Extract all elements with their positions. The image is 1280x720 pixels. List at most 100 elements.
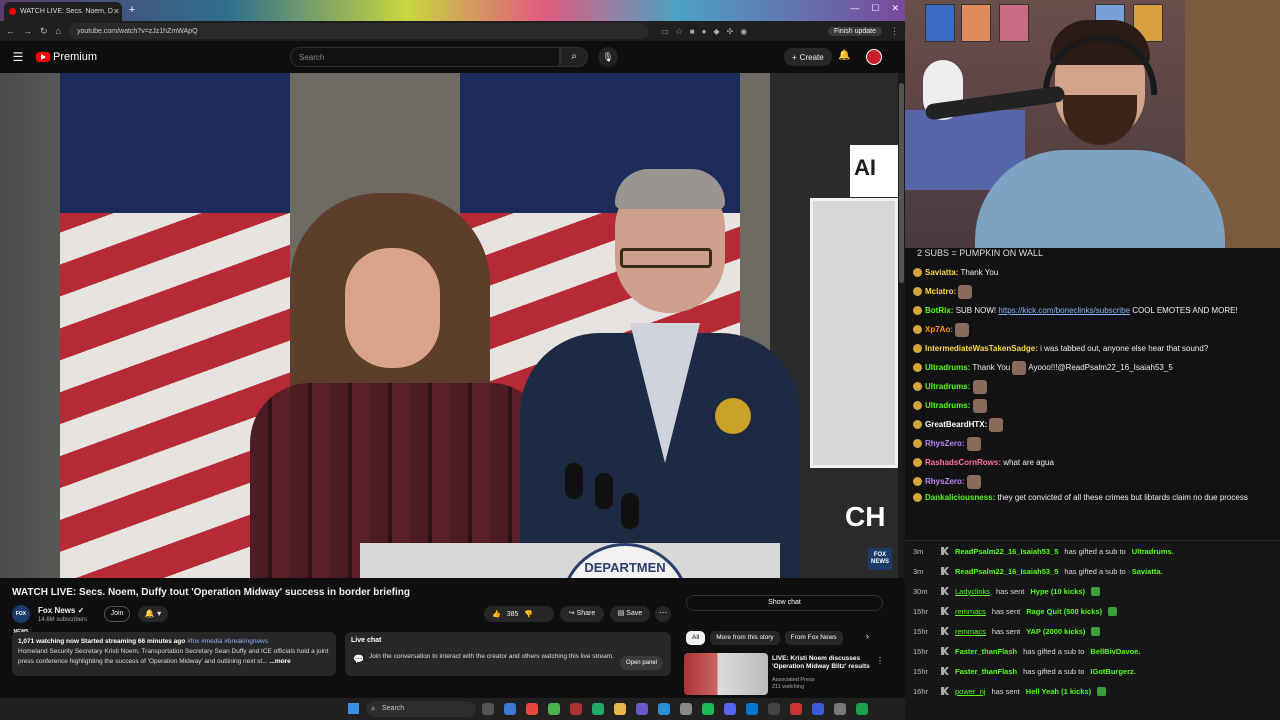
event-user[interactable]: Ladyclinks [955,587,990,596]
chevron-right-icon[interactable]: › [866,631,869,641]
cast-icon[interactable]: ▭ [661,27,669,36]
spotify-icon[interactable] [702,703,714,715]
new-tab-icon[interactable]: + [126,4,138,16]
join-button[interactable]: Join [104,606,130,622]
hamburger-menu-icon[interactable]: ☰ [0,50,36,64]
show-chat-button[interactable]: Show chat [686,595,883,611]
recommended-more-icon[interactable]: ⋮ [876,656,884,665]
kebab-menu-icon[interactable]: ⋮ [890,26,899,37]
event-user[interactable]: remmacs [955,627,986,636]
chrome-icon[interactable] [526,703,538,715]
finish-update-button[interactable]: Finish update [827,26,882,36]
thumbs-down-icon[interactable]: 👎 [524,610,533,618]
open-panel-button[interactable]: Open panel [619,656,663,670]
discord-icon[interactable] [724,703,736,715]
event-time: 3m [913,546,924,556]
chat-username[interactable]: BotRix: [925,306,953,315]
subscription-bell-button[interactable]: 🔔 ▾ [138,606,168,622]
recommended-thumbnail[interactable] [684,653,768,695]
chat-username[interactable]: Ultradrums: [925,401,970,410]
search-button[interactable]: ⌕ [560,47,588,67]
chat-username[interactable]: IntermediateWasTakenSadge: [925,344,1038,353]
minimize-icon[interactable]: — [850,3,859,14]
app-icon[interactable] [636,703,648,715]
chat-text: they get convicted of all these crimes b… [997,493,1248,502]
more-actions-icon[interactable]: ⋯ [655,606,671,622]
extension-icon[interactable]: ◆ [713,27,719,36]
chat-link[interactable]: https://kick.com/boneclinks/subscribe [998,306,1130,315]
task-view-icon[interactable] [482,703,494,715]
chip-from-fox-news[interactable]: From Fox News [784,631,843,645]
emote-icon [955,322,970,337]
event-user[interactable]: Faster_thanFlash [955,667,1017,676]
live-chat-text: Join the conversation to interact with t… [369,653,614,660]
search-input[interactable]: Search [290,47,560,67]
extension-icon[interactable]: ■ [690,27,695,36]
youtube-logo[interactable]: Premium [36,51,97,63]
chat-message: Dankaliciousness: they get convicted of … [911,491,1274,519]
create-button[interactable]: + Create [784,48,832,66]
event-user[interactable]: remmacs [955,607,986,616]
profile-icon[interactable]: ◉ [740,27,747,36]
event-user[interactable]: ReadPsalm22_16_Isaiah53_5 [955,567,1058,576]
extension-icon[interactable]: ● [702,27,707,36]
filter-chips: All More from this story From Fox News [686,631,843,645]
file-explorer-icon[interactable] [614,703,626,715]
notifications-bell-icon[interactable]: 🔔 [838,50,850,61]
account-avatar[interactable] [866,49,882,65]
chat-username[interactable]: RashadsCornRows: [925,458,1001,467]
edge-icon[interactable] [504,703,516,715]
chat-username[interactable]: Dankaliciousness: [925,493,995,502]
app-icon[interactable] [680,703,692,715]
back-icon[interactable]: ← [6,26,15,36]
maximize-icon[interactable]: ☐ [871,3,879,14]
description-box[interactable]: 1,071 watching now Started streaming 66 … [12,632,336,676]
bookmark-star-icon[interactable]: ☆ [676,27,683,36]
event-user[interactable]: ReadPsalm22_16_Isaiah53_5 [955,547,1058,556]
save-button[interactable]: ▤ Save [610,606,650,622]
app-icon[interactable] [592,703,604,715]
chat-username[interactable]: GreatBeardHTX: [925,420,987,429]
voice-search-button[interactable]: 🎙 [598,47,618,67]
app-icon[interactable] [570,703,582,715]
event-user[interactable]: power_nj [955,687,985,696]
taskbar-search[interactable]: Search [366,701,476,717]
app-icon[interactable] [834,703,846,715]
channel-avatar[interactable]: FOX NEWS [12,605,30,635]
share-button[interactable]: ↪ Share [560,606,604,622]
like-dislike-bar[interactable]: 👍 385 👎 [484,606,554,622]
channel-name[interactable]: Fox News ✓ [38,606,84,615]
chat-username[interactable]: Mclatro: [925,287,956,296]
chat-username[interactable]: RhysZero: [925,439,965,448]
app-icon[interactable] [856,703,868,715]
app-icon[interactable] [746,703,758,715]
puzzle-icon[interactable]: ✣ [727,27,734,36]
app-icon[interactable] [658,703,670,715]
hashtags[interactable]: #fox #media #breakingnews [187,638,268,645]
forward-icon[interactable]: → [23,26,32,36]
chat-username[interactable]: Ultradrums: [925,363,970,372]
chip-more-from-story[interactable]: More from this story [710,631,780,645]
thumbs-up-icon[interactable]: 👍 [492,610,501,618]
more-link[interactable]: ...more [269,658,290,665]
app-icon[interactable] [790,703,802,715]
app-icon[interactable] [548,703,560,715]
event-user[interactable]: Faster_thanFlash [955,647,1017,656]
address-bar[interactable]: youtube.com/watch?v=zJz1hZmWApQ [68,23,649,39]
windows-start-icon[interactable] [348,703,359,714]
home-icon[interactable]: ⌂ [56,26,61,36]
chip-all[interactable]: All [686,631,706,645]
chat-username[interactable]: Saviatta: [925,268,958,277]
app-icon[interactable] [812,703,824,715]
close-tab-icon[interactable]: ✕ [113,7,120,16]
app-icon[interactable] [768,703,780,715]
chat-username[interactable]: Xp7Ao: [925,325,953,334]
tab-youtube[interactable]: WATCH LIVE: Secs. Noem, D ✕ [4,2,122,21]
video-player[interactable]: AI CH DEPARTMEN FOX NEWS [0,73,898,578]
chat-username[interactable]: RhysZero: [925,477,965,486]
recommended-title[interactable]: LIVE: Kristi Noem discusses 'Operation M… [772,655,872,671]
close-window-icon[interactable]: ✕ [891,3,899,14]
chat-username[interactable]: Ultradrums: [925,382,970,391]
chat-icon: 💬 [353,654,365,664]
reload-icon[interactable]: ↻ [40,26,48,37]
